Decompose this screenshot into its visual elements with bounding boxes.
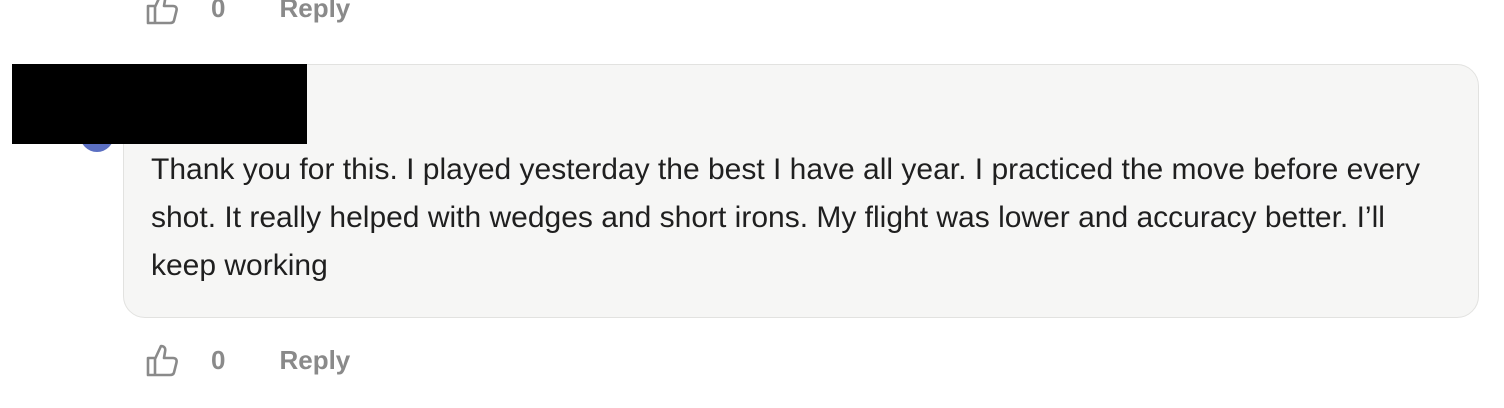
comment-actions: 0 Reply [146,340,350,380]
like-count: 0 [211,344,226,375]
thumbs-up-icon[interactable] [146,0,180,26]
previous-comment-actions: 0 Reply [146,0,350,28]
comment-text: Thank you for this. I played yesterday t… [151,153,1421,282]
comment-thread: 0 Reply e • 2d Thank you for this. I pla… [0,0,1504,408]
redaction-box [12,64,307,144]
reply-button[interactable]: Reply [279,0,350,24]
thumbs-up-icon[interactable] [146,342,180,378]
reply-button[interactable]: Reply [279,345,350,376]
like-count: 0 [211,0,226,23]
